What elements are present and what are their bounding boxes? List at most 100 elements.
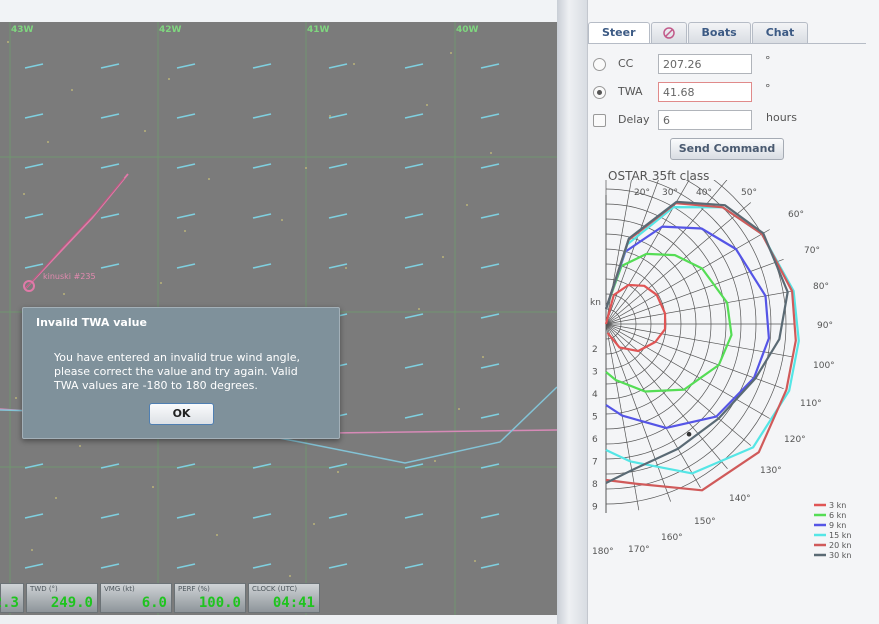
cc-radio[interactable] bbox=[593, 58, 606, 71]
polar-angle-label: 120° bbox=[784, 435, 806, 445]
boat-label[interactable]: kinuski #235 bbox=[43, 272, 96, 281]
wind-dot bbox=[31, 549, 33, 551]
polar-angle-label: 110° bbox=[800, 399, 822, 409]
polar-unit: kn bbox=[590, 298, 601, 308]
wind-dot bbox=[337, 471, 339, 473]
wind-dot bbox=[208, 178, 210, 180]
hud-twd-value: 249.0 bbox=[50, 595, 93, 611]
twa-unit: ° bbox=[765, 82, 771, 95]
wind-arrow bbox=[480, 113, 500, 119]
polar-angle-label: 180° bbox=[592, 547, 614, 557]
hud-speed-value: 2.3 bbox=[0, 595, 19, 611]
tab-boats[interactable]: Boats bbox=[687, 22, 751, 43]
wind-dot bbox=[313, 523, 315, 525]
wind-arrow bbox=[252, 163, 272, 169]
twa-input[interactable]: 41.68 bbox=[658, 82, 752, 102]
wind-dot bbox=[345, 267, 347, 269]
hud-clock: CLOCK (UTC) 04:41 bbox=[248, 583, 320, 613]
polar-angle-label: 60° bbox=[788, 210, 804, 220]
wind-dot bbox=[482, 356, 484, 358]
delay-input[interactable]: 6 bbox=[658, 110, 752, 130]
wind-dot bbox=[329, 115, 331, 117]
tab-no-entry[interactable] bbox=[650, 22, 687, 43]
delay-checkbox[interactable] bbox=[593, 114, 606, 127]
polar-angle-label: 130° bbox=[760, 466, 782, 476]
polar-radial-label: 7 bbox=[592, 458, 598, 468]
wind-arrow bbox=[404, 163, 424, 169]
hud-bar: 2.3 TWD (°) 249.0 VMG (kt) 6.0 PERF (%) 100… bbox=[0, 583, 322, 615]
wind-dot bbox=[281, 219, 283, 221]
ok-button[interactable]: OK bbox=[149, 403, 214, 425]
polar-grid-spoke bbox=[605, 323, 728, 470]
wind-dot bbox=[79, 445, 81, 447]
wind-arrow bbox=[100, 513, 120, 519]
polar-grid-spoke bbox=[605, 323, 784, 389]
wind-dot bbox=[289, 575, 291, 577]
dialog-message: You have entered an invalid true wind an… bbox=[54, 351, 300, 392]
send-command-button[interactable]: Send Command bbox=[670, 138, 784, 160]
legend-label: 30 kn bbox=[829, 551, 851, 560]
wind-arrow bbox=[100, 263, 120, 269]
hud-clock-label: CLOCK (UTC) bbox=[252, 585, 298, 593]
polar-angle-label: 140° bbox=[729, 494, 751, 504]
wind-dot bbox=[442, 256, 444, 258]
wind-arrow bbox=[100, 113, 120, 119]
polar-angle-label: 90° bbox=[817, 321, 833, 331]
polar-angle-label: 40° bbox=[696, 188, 712, 198]
tab-bar: Steer Boats Chat bbox=[588, 22, 809, 44]
tab-divider bbox=[588, 43, 866, 44]
polar-curve bbox=[604, 252, 733, 393]
wind-arrow bbox=[24, 513, 44, 519]
wind-dot bbox=[71, 89, 73, 91]
wind-arrow bbox=[480, 513, 500, 519]
polar-angle-label: 80° bbox=[813, 282, 829, 292]
polar-radial-label: 5 bbox=[592, 413, 598, 423]
legend-label: 9 kn bbox=[829, 521, 846, 530]
hud-vmg-value: 6.0 bbox=[141, 595, 167, 611]
wind-dot bbox=[305, 167, 307, 169]
tab-steer[interactable]: Steer bbox=[588, 22, 650, 44]
wind-dot bbox=[144, 130, 146, 132]
polar-radial-label: 9 bbox=[592, 503, 598, 513]
wind-arrow bbox=[328, 113, 348, 119]
wind-arrow bbox=[328, 513, 348, 519]
polar-radial-label: 3 bbox=[592, 368, 598, 378]
cc-label: CC bbox=[618, 57, 634, 70]
wind-dot bbox=[15, 397, 17, 399]
wind-arrow bbox=[480, 163, 500, 169]
wind-dot bbox=[7, 41, 9, 43]
legend-label: 3 kn bbox=[829, 501, 846, 510]
polar-angle-label: 170° bbox=[628, 545, 650, 555]
legend-label: 6 kn bbox=[829, 511, 846, 520]
wind-arrow bbox=[176, 113, 196, 119]
wind-dot bbox=[160, 282, 162, 284]
legend-label: 20 kn bbox=[829, 541, 851, 550]
wind-dot bbox=[152, 486, 154, 488]
wind-arrow bbox=[176, 563, 196, 569]
no-entry-icon bbox=[662, 27, 675, 39]
wind-dot bbox=[47, 141, 49, 143]
wind-arrow bbox=[480, 563, 500, 569]
wind-arrow bbox=[480, 313, 500, 319]
wind-arrow bbox=[176, 213, 196, 219]
lon-label-42w: 42W bbox=[159, 25, 182, 35]
wind-arrow bbox=[24, 63, 44, 69]
wind-arrow bbox=[328, 163, 348, 169]
hud-twd-label: TWD (°) bbox=[30, 585, 58, 593]
map-bottom-border bbox=[0, 615, 557, 624]
cc-input[interactable]: 207.26 bbox=[658, 54, 752, 74]
wind-arrow bbox=[24, 113, 44, 119]
wind-dot bbox=[55, 497, 57, 499]
wind-arrow bbox=[404, 363, 424, 369]
wind-dot bbox=[474, 560, 476, 562]
wind-arrow bbox=[404, 513, 424, 519]
tab-chat[interactable]: Chat bbox=[751, 22, 809, 43]
wind-arrow bbox=[24, 263, 44, 269]
wind-arrow bbox=[480, 363, 500, 369]
wind-dot bbox=[23, 193, 25, 195]
twa-radio[interactable] bbox=[593, 86, 606, 99]
wind-arrow bbox=[404, 113, 424, 119]
lon-label-41w: 41W bbox=[307, 25, 330, 35]
wind-arrow bbox=[176, 63, 196, 69]
splitter[interactable] bbox=[557, 0, 587, 624]
